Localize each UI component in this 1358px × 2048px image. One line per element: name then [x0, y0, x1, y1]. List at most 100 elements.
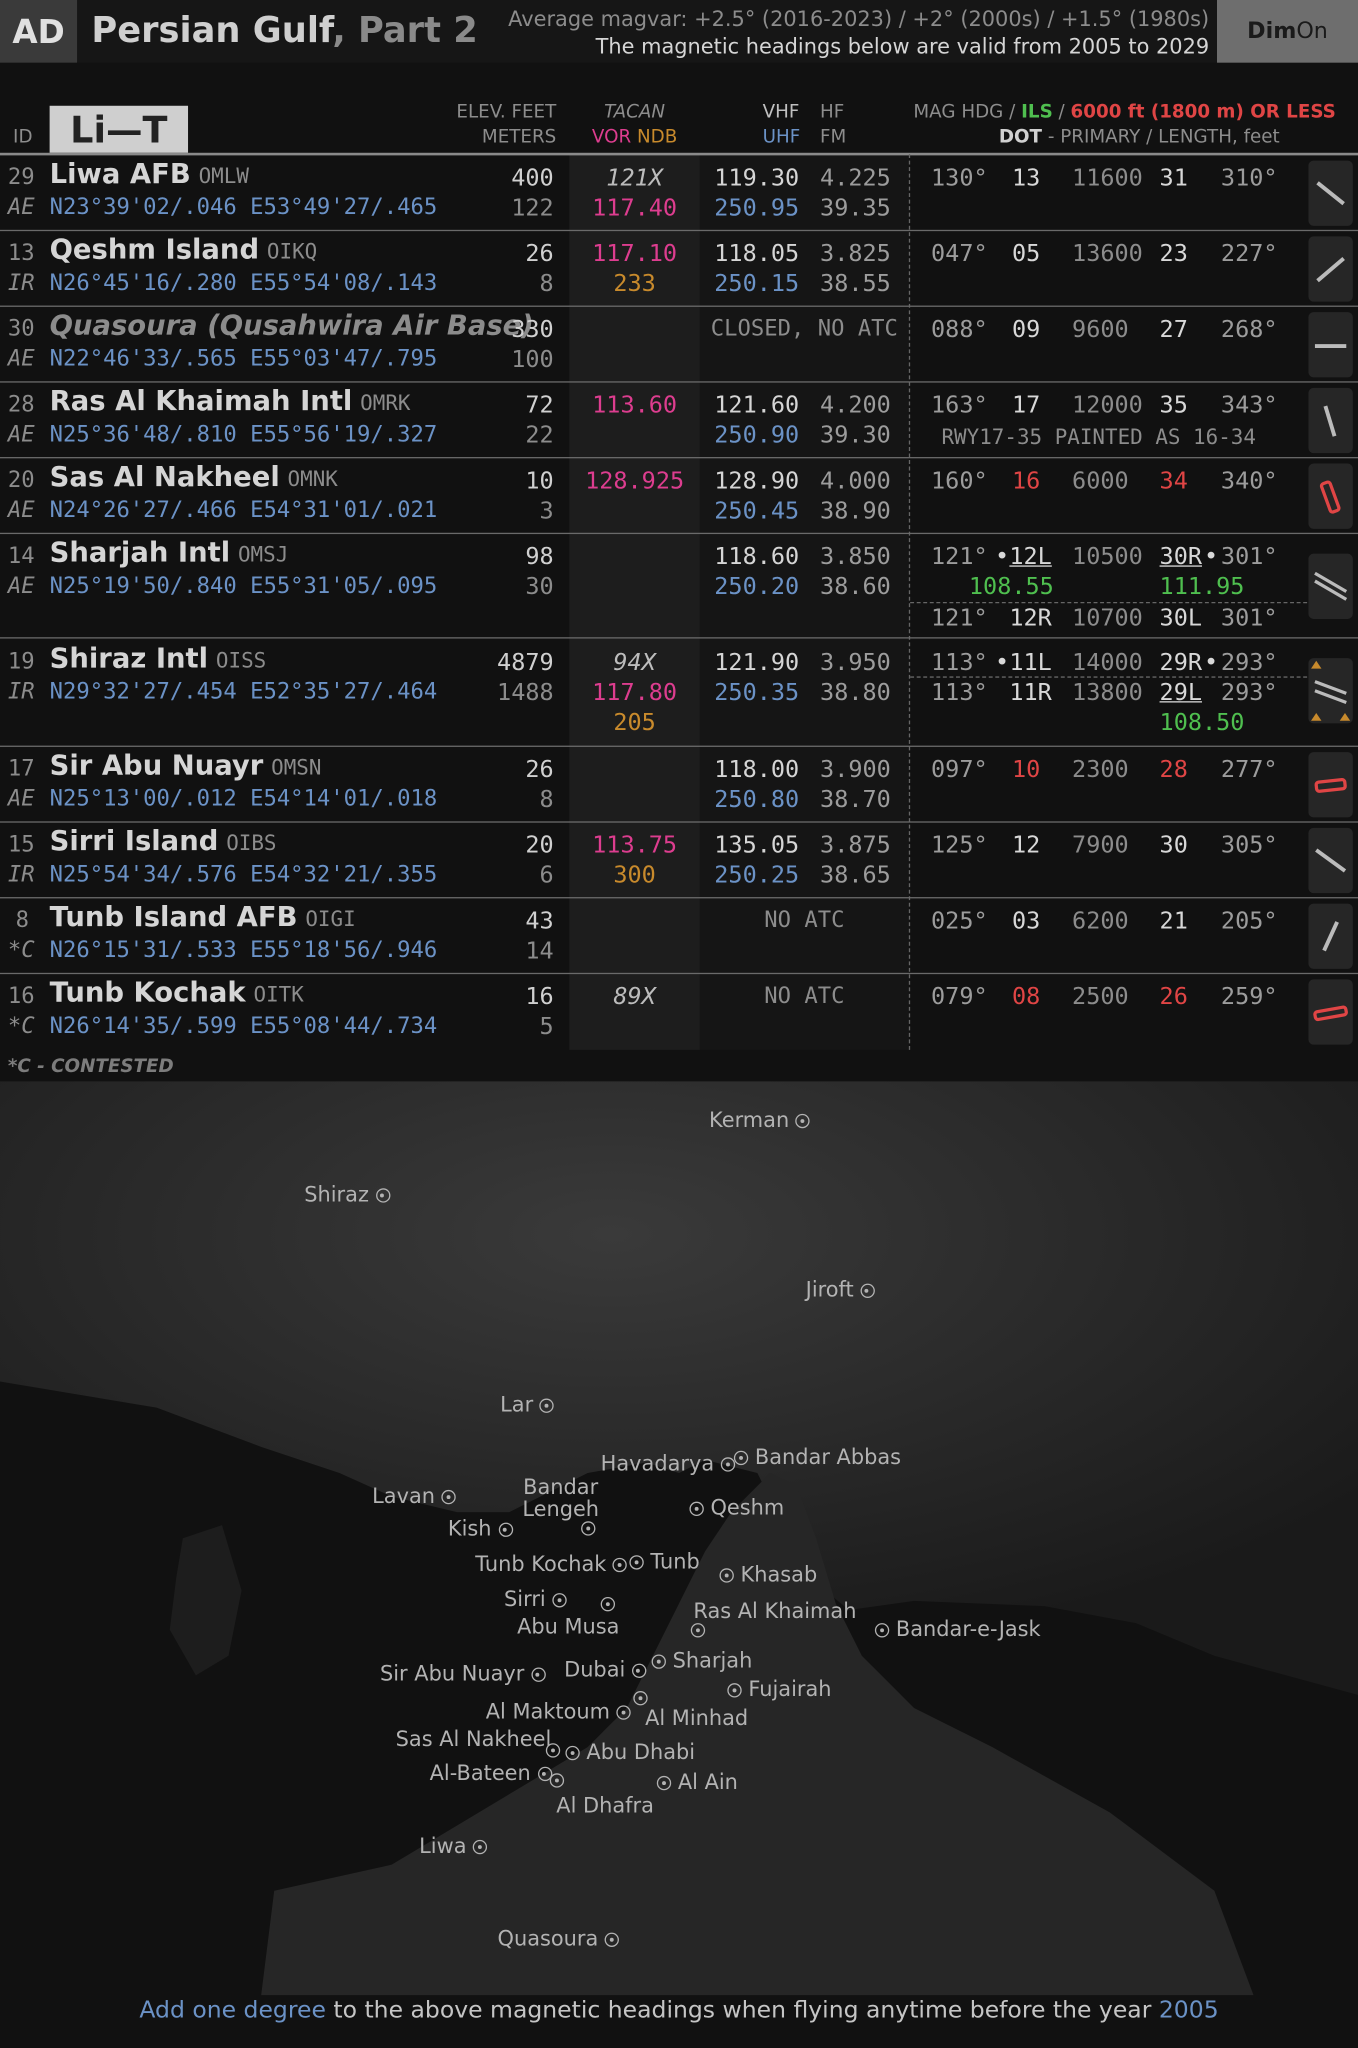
- airport-row-sharjah[interactable]: 14 AE Sharjah Intl OMSJ N25°19'50/.840 E5…: [0, 534, 1358, 639]
- vor-freq: 113.60: [592, 391, 678, 420]
- airport-coords: N26°14'35/.599 E55°08'44/.734: [49, 1013, 438, 1040]
- airport-row-liwa[interactable]: 29 AE Liwa AFB OMLW N23°39'02/.046 E53°49…: [0, 155, 1358, 232]
- runway-diagram-icon[interactable]: [1308, 827, 1353, 894]
- airport-name-text: Sirri Island: [49, 825, 219, 857]
- col-ils: ILS: [1021, 101, 1053, 123]
- title-part: , Part 2: [332, 10, 478, 51]
- airport-row-sas-al-nakheel[interactable]: 20 AE Sas Al Nakheel OMNK N24°26'27/.466 …: [0, 458, 1358, 535]
- uhf-freq: 250.45: [714, 497, 800, 525]
- map-city-khasab[interactable]: Khasab: [719, 1562, 817, 1587]
- map-city-al-ain[interactable]: Al Ain: [656, 1769, 738, 1795]
- uhf-freq: 250.15: [714, 270, 800, 298]
- map-city-lavan[interactable]: Lavan: [372, 1483, 457, 1509]
- dim-label: Dim: [1247, 18, 1297, 45]
- map-city-liwa[interactable]: Liwa: [419, 1833, 488, 1858]
- map-city-kerman[interactable]: Kerman: [709, 1107, 811, 1132]
- dim-toggle-button[interactable]: Dim On: [1217, 0, 1358, 63]
- airport-id: 20: [7, 467, 35, 494]
- rwy-end-2: 21: [1159, 907, 1188, 935]
- airfield-marker-icon: [651, 1654, 666, 1669]
- map-city-sir-abu-nuayr[interactable]: Sir Abu Nuayr: [380, 1661, 546, 1686]
- rwy-end-1: 08: [1011, 983, 1041, 1011]
- magvar-text: Average magvar: +2.5° (2016-2023) / +2° …: [508, 6, 1210, 32]
- map-city-quasoura[interactable]: Quasoura: [498, 1926, 620, 1951]
- map-city-sas-al-nakheel[interactable]: Sas Al Nakheel: [396, 1726, 552, 1751]
- airport-row-qeshm[interactable]: 13 IR Qeshm Island OIKQ N26°45'16/.280 E5…: [0, 231, 1358, 307]
- map-city-ras-al-khaimah[interactable]: Ras Al Khaimah: [693, 1598, 856, 1623]
- map-city-tunb[interactable]: Tunb: [629, 1549, 700, 1573]
- map-city-lar[interactable]: Lar: [500, 1392, 555, 1417]
- runway-diagram-icon[interactable]: [1308, 658, 1353, 724]
- airport-row-quasoura[interactable]: 30 AE Quasoura (Qusahwira Air Base) N22°…: [0, 307, 1358, 383]
- map-city-abu-musa[interactable]: Abu Musa: [517, 1614, 619, 1639]
- runway-diagram-icon[interactable]: [1308, 463, 1353, 529]
- vhf-freq: 121.60: [714, 391, 800, 420]
- rwy-heading-1: 097°: [931, 756, 988, 784]
- runway-diagram-icon[interactable]: [1308, 979, 1353, 1045]
- elev-feet: 26: [525, 756, 554, 784]
- elev-meters: 8: [539, 270, 554, 298]
- ils-freq-2: 111.95: [1159, 573, 1245, 601]
- page-title: Persian Gulf, Part 2: [91, 10, 477, 50]
- elev-feet: 16: [525, 983, 554, 1011]
- uhf-freq: 250.90: [714, 421, 800, 450]
- map-city-al-bateen[interactable]: Al-Bateen: [430, 1760, 552, 1785]
- rwy-length: 10500: [1072, 543, 1143, 571]
- vhf-freq: 128.90: [714, 467, 800, 495]
- city-label: Al Ain: [677, 1769, 738, 1795]
- airport-coords: N26°45'16/.280 E55°54'08/.143: [49, 270, 438, 297]
- map-city-kish[interactable]: Kish: [448, 1516, 513, 1541]
- map-city-havadarya[interactable]: Havadarya: [601, 1451, 736, 1476]
- rwy-heading-2b: 293°: [1220, 679, 1278, 707]
- runway-diagram-icon[interactable]: [1308, 752, 1353, 818]
- map-city-bandar-abbas[interactable]: Bandar Abbas: [733, 1444, 901, 1469]
- elev-meters: 6: [539, 861, 554, 890]
- map-city-tunb-kochak[interactable]: Tunb Kochak: [475, 1551, 628, 1576]
- bottom-note-year: 2005: [1158, 1996, 1219, 2024]
- map-city-sirri[interactable]: Sirri: [504, 1587, 567, 1611]
- airport-row-sirri-island[interactable]: 15 IR Sirri Island OIBS N25°54'34/.576 E5…: [0, 823, 1358, 899]
- map-city-al-minhad[interactable]: Al Minhad: [645, 1705, 748, 1730]
- runway-diagram-icon[interactable]: [1308, 903, 1353, 969]
- runway-diagram-icon[interactable]: [1308, 553, 1353, 619]
- city-label: Lavan: [372, 1483, 436, 1509]
- airport-row-tunb-kochak[interactable]: 16 *C Tunb Kochak OITK N26°14'35/.599 E55…: [0, 974, 1358, 1050]
- runway-diagram-icon[interactable]: [1308, 387, 1353, 454]
- map-city-bandar-lengeh[interactable]: Bandar Lengeh: [522, 1476, 599, 1520]
- map-city-jiroft[interactable]: Jiroft: [806, 1277, 875, 1302]
- map-city-shiraz[interactable]: Shiraz: [304, 1182, 390, 1207]
- airport-country: *C: [7, 1013, 35, 1040]
- region-map[interactable]: Kerman Shiraz Jiroft Lar Havadarya Banda…: [0, 1081, 1358, 1996]
- rwy-end-1: 16: [1011, 467, 1041, 495]
- map-city-al-dhafra[interactable]: Al Dhafra: [556, 1793, 654, 1818]
- hf-freq: 3.825: [820, 240, 891, 268]
- elev-meters: 30: [525, 573, 554, 601]
- runway-diagram-icon[interactable]: [1308, 236, 1353, 302]
- rwy-length: 2300: [1072, 756, 1129, 784]
- map-city-abu-dhabi[interactable]: Abu Dhabi: [565, 1739, 695, 1764]
- map-city-dubai[interactable]: Dubai: [564, 1657, 647, 1682]
- elev-meters: 3: [539, 497, 554, 525]
- map-terrain: [0, 1081, 1358, 1996]
- runway-diagram-icon[interactable]: [1308, 160, 1353, 226]
- hf-freq: 4.200: [820, 391, 891, 420]
- map-city-bandar-e-jask[interactable]: Bandar-e-Jask: [874, 1617, 1041, 1641]
- airfield-marker-icon: [539, 1398, 555, 1413]
- map-city-al-maktoum[interactable]: Al Maktoum: [486, 1699, 632, 1724]
- map-city-qeshm[interactable]: Qeshm: [689, 1495, 784, 1520]
- airfield-marker-icon: [874, 1623, 890, 1638]
- airport-row-ras-al-khaimah[interactable]: 28 AE Ras Al Khaimah Intl OMRK N25°36'48/…: [0, 383, 1358, 459]
- vhf-freq: 119.30: [714, 164, 800, 192]
- map-city-sharjah[interactable]: Sharjah: [651, 1648, 752, 1673]
- city-label: Bandar: [523, 1474, 599, 1500]
- map-city-fujairah[interactable]: Fujairah: [727, 1677, 832, 1701]
- airport-coords: N29°32'27/.454 E52°35'27/.464: [49, 679, 438, 706]
- airport-row-shiraz[interactable]: 19 IR Shiraz Intl OISS N29°32'27/.454 E52…: [0, 640, 1358, 747]
- range-tab[interactable]: Li—T: [49, 105, 189, 153]
- rwy-end-1: 10: [1011, 756, 1041, 784]
- col-limit: 6000 ft (1800 m) OR LESS: [1070, 101, 1336, 123]
- airport-row-sir-abu-nuayr[interactable]: 17 AE Sir Abu Nuayr OMSN N25°13'00/.012 E…: [0, 747, 1358, 823]
- runway-diagram-icon[interactable]: [1308, 312, 1353, 378]
- elev-feet: 330: [511, 316, 554, 344]
- airport-row-tunb-island[interactable]: 8 *C Tunb Island AFB OIGI N26°15'31/.533 …: [0, 898, 1358, 975]
